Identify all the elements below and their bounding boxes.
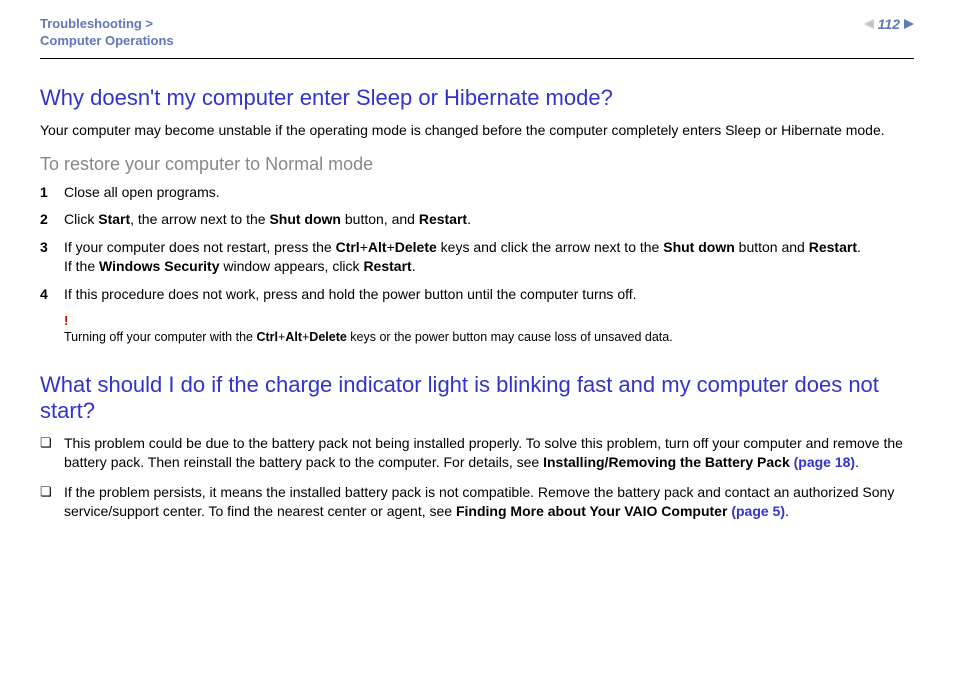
prev-page-icon[interactable] bbox=[864, 19, 874, 29]
bullet-text: If the problem persists, it means the in… bbox=[64, 483, 914, 522]
warning-icon: ! bbox=[64, 313, 914, 328]
step-number: 4 bbox=[40, 285, 64, 305]
bullet-1: ❏ This problem could be due to the batte… bbox=[40, 434, 914, 473]
sub-heading-restore: To restore your computer to Normal mode bbox=[40, 154, 914, 175]
warning-text: Turning off your computer with the Ctrl+… bbox=[64, 330, 673, 344]
breadcrumb: Troubleshooting > Computer Operations bbox=[40, 16, 174, 50]
step-text: Click Start, the arrow next to the Shut … bbox=[64, 210, 914, 230]
step-2: 2 Click Start, the arrow next to the Shu… bbox=[40, 210, 914, 230]
step-number: 3 bbox=[40, 238, 64, 277]
page-number-nav: 112 bbox=[864, 16, 914, 32]
step-text: Close all open programs. bbox=[64, 183, 914, 203]
page-ref-link[interactable]: (page 18) bbox=[794, 454, 855, 470]
breadcrumb-line1: Troubleshooting > bbox=[40, 16, 174, 33]
bullet-2: ❏ If the problem persists, it means the … bbox=[40, 483, 914, 522]
restore-steps-list: 1 Close all open programs. 2 Click Start… bbox=[40, 183, 914, 305]
next-page-icon[interactable] bbox=[904, 19, 914, 29]
intro-text: Your computer may become unstable if the… bbox=[40, 121, 914, 140]
step-text: If this procedure does not work, press a… bbox=[64, 285, 914, 305]
step-4: 4 If this procedure does not work, press… bbox=[40, 285, 914, 305]
bullet-text: This problem could be due to the battery… bbox=[64, 434, 914, 473]
breadcrumb-line2: Computer Operations bbox=[40, 33, 174, 50]
page-ref-link[interactable]: (page 5) bbox=[731, 503, 785, 519]
step-text: If your computer does not restart, press… bbox=[64, 238, 914, 277]
page-header: Troubleshooting > Computer Operations 11… bbox=[40, 16, 914, 59]
bullet-icon: ❏ bbox=[40, 434, 64, 473]
section-heading-sleep-hibernate: Why doesn't my computer enter Sleep or H… bbox=[40, 85, 914, 111]
step-number: 2 bbox=[40, 210, 64, 230]
step-3: 3 If your computer does not restart, pre… bbox=[40, 238, 914, 277]
warning-block: ! Turning off your computer with the Ctr… bbox=[40, 313, 914, 346]
page-number: 112 bbox=[878, 16, 900, 32]
bullet-list: ❏ This problem could be due to the batte… bbox=[40, 434, 914, 522]
section-heading-charge-indicator: What should I do if the charge indicator… bbox=[40, 372, 914, 424]
bullet-icon: ❏ bbox=[40, 483, 64, 522]
step-1: 1 Close all open programs. bbox=[40, 183, 914, 203]
step-number: 1 bbox=[40, 183, 64, 203]
